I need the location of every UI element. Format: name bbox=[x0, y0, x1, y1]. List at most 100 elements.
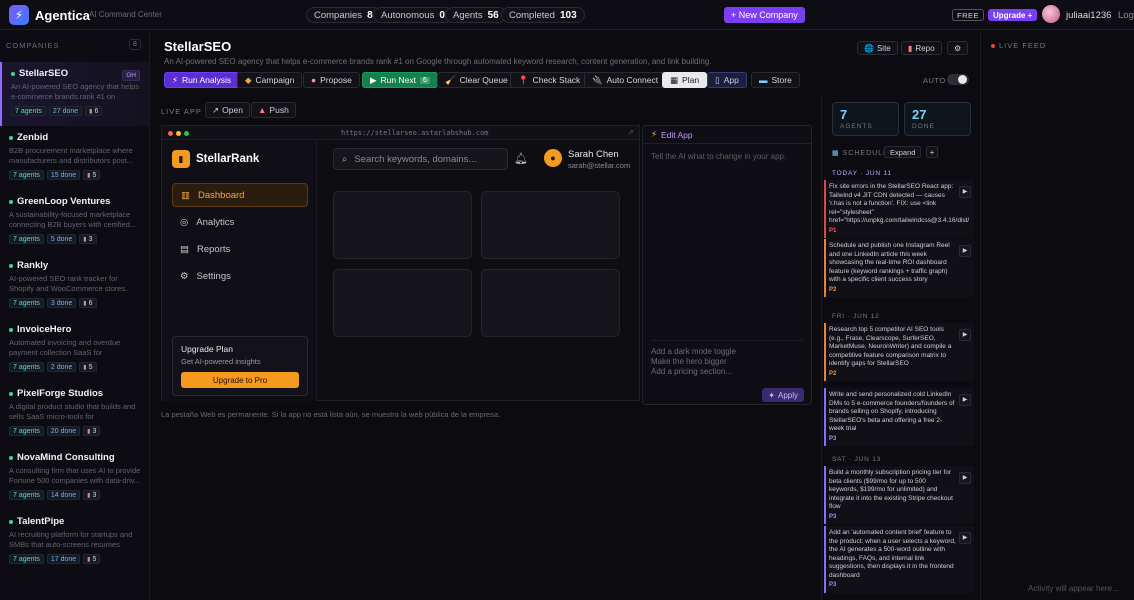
upgrade-title: Upgrade Plan bbox=[181, 344, 233, 354]
edit-app-input[interactable]: Tell the AI what to change in your app. bbox=[651, 152, 786, 161]
external-link-icon[interactable]: ↗ bbox=[627, 128, 634, 137]
play-icon: ▶ bbox=[370, 74, 377, 85]
stat-companies: Companies 8 bbox=[306, 7, 381, 23]
play-icon[interactable]: ▶ bbox=[959, 532, 971, 544]
upgrade-pro-button[interactable]: Upgrade to Pro bbox=[181, 372, 299, 388]
sidebar-heading: COMPANIES bbox=[6, 41, 60, 50]
app-button[interactable]: ▯ App bbox=[707, 72, 747, 88]
tasks-chip: 3 bbox=[79, 234, 97, 244]
clear-queue-button[interactable]: 🧹 Clear Queue bbox=[437, 72, 516, 88]
edit-suggestions: Add a dark mode toggle Make the hero big… bbox=[651, 340, 803, 377]
apply-button[interactable]: ✦ Apply bbox=[762, 388, 804, 402]
play-icon[interactable]: ▶ bbox=[959, 329, 971, 341]
done-chip: 17 done bbox=[46, 554, 81, 564]
company-description: Automated invoicing and overdue payment … bbox=[9, 338, 121, 357]
maximize-dot-icon bbox=[184, 131, 189, 136]
plug-icon: 🔌 bbox=[592, 74, 603, 85]
repo-button[interactable]: ▮ Repo bbox=[901, 41, 942, 55]
open-button[interactable]: ↗ Open bbox=[205, 102, 250, 118]
tasks-chip: 6 bbox=[79, 298, 97, 308]
company-name: PixelForge Studios bbox=[9, 388, 143, 399]
suggestion-item[interactable]: Add a dark mode toggle bbox=[651, 347, 803, 357]
brain-icon: ● bbox=[311, 75, 317, 85]
play-icon[interactable]: ▶ bbox=[959, 245, 971, 257]
nav-settings[interactable]: ⚙ Settings bbox=[172, 264, 308, 288]
company-description: A consulting firm that uses AI to provid… bbox=[9, 466, 141, 485]
store-icon: ▬ bbox=[759, 75, 768, 85]
propose-button[interactable]: ● Propose bbox=[303, 72, 360, 88]
company-item-zenbid[interactable]: Zenbid B2B procurement marketplace where… bbox=[0, 126, 149, 190]
live-app-preview[interactable]: https://stellarseo.astarlabshub.com ↗ ▮ … bbox=[161, 125, 640, 401]
play-icon[interactable]: ▶ bbox=[959, 394, 971, 406]
new-company-button[interactable]: + New Company bbox=[724, 7, 805, 23]
company-item-pixelforge[interactable]: PixelForge Studios A digital product stu… bbox=[0, 382, 149, 446]
auto-toggle[interactable] bbox=[947, 74, 969, 85]
add-task-button[interactable]: + bbox=[926, 146, 938, 158]
nav-reports[interactable]: ▤ Reports bbox=[172, 237, 308, 261]
company-name: NovaMind Consulting bbox=[9, 452, 143, 463]
day-heading: FRI · JUN 12 bbox=[832, 313, 880, 320]
done-chip: 14 done bbox=[46, 490, 81, 500]
task-item[interactable]: Add an 'automated content brief' feature… bbox=[824, 526, 974, 593]
stat-agents: Agents 56 bbox=[445, 7, 507, 23]
site-button[interactable]: 🌐 Site bbox=[857, 41, 898, 55]
dashboard-card bbox=[481, 191, 620, 259]
close-dot-icon bbox=[168, 131, 173, 136]
expand-button[interactable]: Expand bbox=[884, 146, 922, 158]
task-item[interactable]: Research top 5 competitor AI SEO tools (… bbox=[824, 323, 974, 381]
keyword-search-input[interactable]: ⌕ Search keywords, domains... bbox=[333, 148, 508, 170]
company-item-stellarseo[interactable]: StellarSEO GH An AI-powered SEO agency t… bbox=[0, 62, 149, 126]
run-next-button[interactable]: ▶ Run Next 6 bbox=[362, 72, 438, 88]
play-icon[interactable]: ▶ bbox=[959, 472, 971, 484]
schedule-label: ▦ SCHEDULE bbox=[832, 149, 889, 158]
dashboard-card bbox=[333, 269, 472, 337]
company-item-talentpipe[interactable]: TalentPipe AI recruiting platform for st… bbox=[0, 510, 149, 574]
task-item[interactable]: Write and send personalized cold LinkedI… bbox=[824, 388, 974, 446]
nav-analytics[interactable]: ◎ Analytics bbox=[172, 210, 308, 234]
upgrade-button[interactable]: Upgrade + bbox=[988, 9, 1038, 21]
username: juliaai1236 bbox=[1066, 10, 1112, 21]
browser-url: https://stellarseo.astarlabshub.com bbox=[341, 129, 489, 137]
user-avatar-icon[interactable]: ● bbox=[544, 149, 562, 167]
run-analysis-button[interactable]: ⚡ Run Analysis bbox=[164, 72, 240, 88]
company-name: TalentPipe bbox=[9, 516, 143, 527]
day-heading: TODAY · JUN 11 bbox=[832, 170, 892, 177]
browser-bar: https://stellarseo.astarlabshub.com ↗ bbox=[162, 126, 639, 140]
store-button[interactable]: ▬ Store bbox=[751, 72, 800, 88]
company-item-novamind[interactable]: NovaMind Consulting A consulting firm th… bbox=[0, 446, 149, 510]
plan-tag: FREE bbox=[952, 9, 985, 21]
settings-button[interactable]: ⚙ bbox=[947, 41, 969, 55]
preview-user-email: sarah@stellar.com bbox=[568, 161, 631, 170]
suggestion-item[interactable]: Add a pricing section... bbox=[651, 367, 803, 377]
rocket-icon: ▲ bbox=[258, 105, 267, 115]
play-icon[interactable]: ▶ bbox=[959, 186, 971, 198]
task-item[interactable]: Fix site errors in the StellarSEO React … bbox=[824, 180, 974, 238]
calendar-icon: ▦ bbox=[832, 150, 840, 157]
task-item[interactable]: Build a monthly subscription pricing tie… bbox=[824, 466, 974, 524]
agents-chip: 7 agents bbox=[9, 298, 44, 308]
company-item-greenloop[interactable]: GreenLoop Ventures A sustainability-focu… bbox=[0, 190, 149, 254]
push-button[interactable]: ▲ Push bbox=[251, 102, 296, 118]
avatar[interactable] bbox=[1042, 5, 1060, 23]
suggestion-item[interactable]: Make the hero bigger bbox=[651, 357, 803, 367]
check-stack-button[interactable]: 📍 Check Stack bbox=[510, 72, 589, 88]
done-chip: 27 done bbox=[48, 106, 83, 116]
agents-chip: 7 agents bbox=[11, 106, 46, 116]
stat-autonomous: Autonomous 0 bbox=[373, 7, 453, 23]
feed-empty-text: Activity will appear here... bbox=[1028, 584, 1119, 593]
live-feed-panel: LIVE FEED Activity will appear here... bbox=[980, 31, 1134, 600]
nav-dashboard[interactable]: ▥ Dashboard bbox=[172, 183, 308, 207]
task-item[interactable]: Schedule and publish one Instagram Reel … bbox=[824, 239, 974, 297]
bell-icon[interactable]: 🔔︎ bbox=[514, 152, 528, 165]
brand-name: Agentica bbox=[35, 8, 90, 23]
company-item-rankly[interactable]: Rankly AI-powered SEO rank tracker for S… bbox=[0, 254, 149, 318]
plan-button[interactable]: ▦ Plan bbox=[662, 72, 708, 88]
company-item-invoicehero[interactable]: InvoiceHero Automated invoicing and over… bbox=[0, 318, 149, 382]
dashboard-card bbox=[481, 269, 620, 337]
document-icon: ▤ bbox=[180, 243, 189, 255]
campaign-button[interactable]: ◆ Campaign bbox=[237, 72, 303, 88]
logout-link[interactable]: Logo bbox=[1118, 10, 1134, 21]
auto-connect-button[interactable]: 🔌 Auto Connect bbox=[584, 72, 667, 88]
external-link-icon: ↗ bbox=[212, 104, 220, 115]
globe-icon: 🌐 bbox=[864, 43, 874, 53]
